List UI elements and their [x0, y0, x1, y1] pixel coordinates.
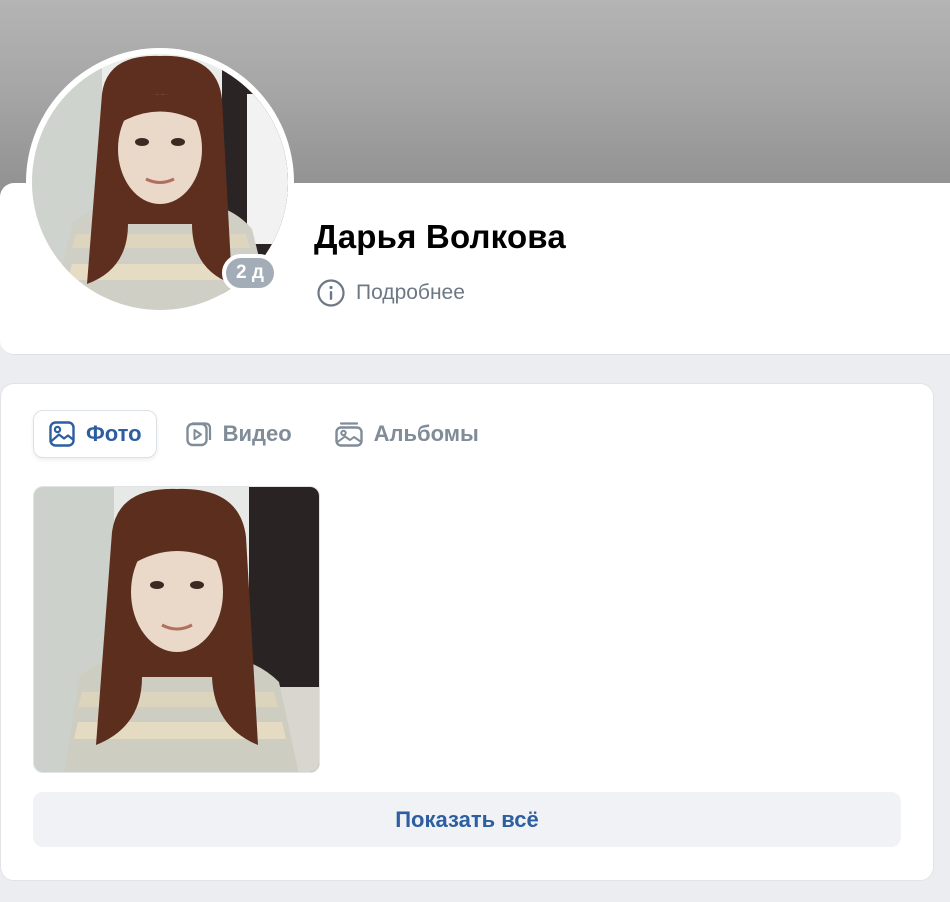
tab-albums-label: Альбомы: [373, 421, 479, 446]
media-tabs: Фото Видео Альбомы: [33, 410, 507, 458]
photo-thumbnail[interactable]: [33, 486, 320, 773]
online-status-badge: 2 д: [222, 254, 278, 292]
media-card: Фото Видео Альбомы Показать всё: [0, 383, 934, 881]
more-info-label: Подробнее: [356, 281, 465, 304]
video-icon: [185, 422, 211, 447]
tab-albums[interactable]: Альбомы: [320, 410, 493, 458]
profile-page: 2 д Дарья Волкова Подробнее Фото Видео А…: [0, 0, 950, 902]
tab-photos[interactable]: Фото: [33, 410, 157, 458]
album-icon: [334, 422, 363, 447]
show-all-button[interactable]: Показать всё: [33, 792, 901, 847]
tab-photos-label: Фото: [86, 421, 142, 446]
info-icon: [317, 279, 345, 307]
more-info-link[interactable]: Подробнее: [316, 278, 465, 308]
photo-image: [34, 487, 319, 772]
image-icon: [49, 421, 75, 447]
tab-videos-label: Видео: [222, 421, 292, 446]
tab-videos[interactable]: Видео: [171, 410, 306, 458]
profile-name: Дарья Волкова: [314, 218, 566, 255]
